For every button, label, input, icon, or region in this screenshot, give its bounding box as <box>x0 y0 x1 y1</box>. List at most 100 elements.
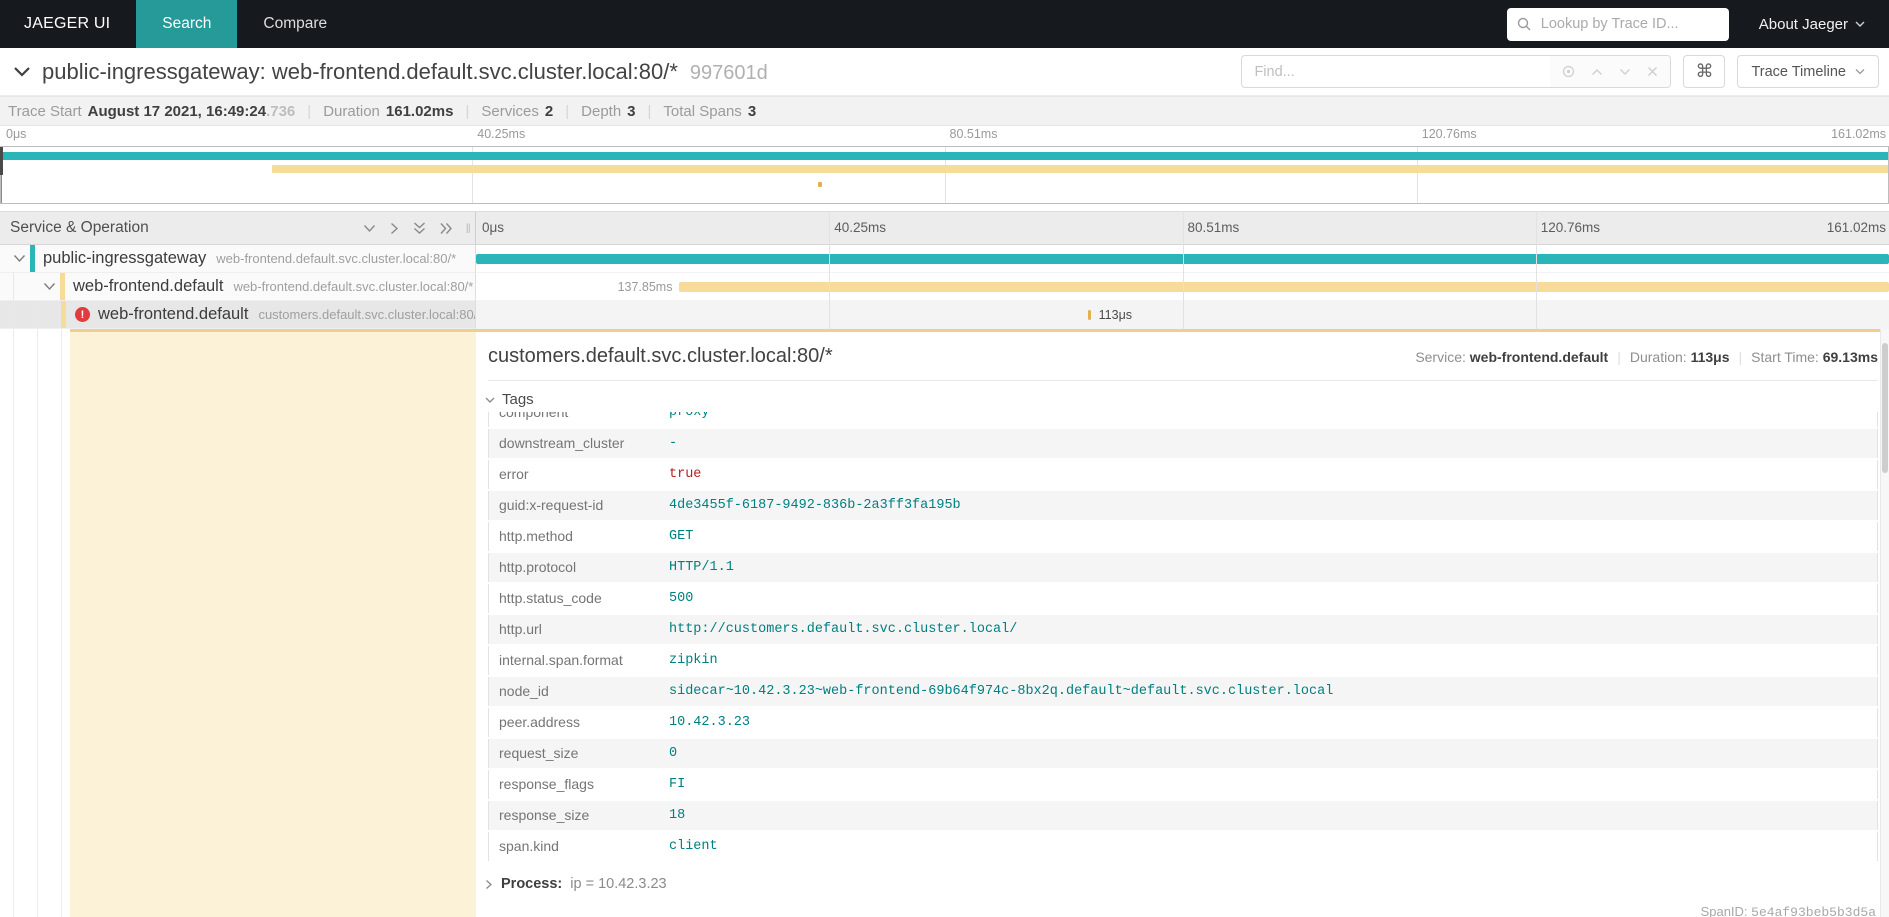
trace-view-selector[interactable]: Trace Timeline <box>1737 55 1879 88</box>
span-name-cell[interactable]: !web-frontend.defaultcustomers.default.s… <box>0 301 476 329</box>
app-logo[interactable]: JAEGER UI <box>0 0 136 48</box>
find-input[interactable] <box>1242 64 1550 80</box>
span-name-cell[interactable]: public-ingressgatewayweb-frontend.defaul… <box>0 245 476 273</box>
trace-lookup-input[interactable] <box>1539 15 1730 33</box>
chevron-down-icon <box>1855 20 1865 28</box>
span-name-cell[interactable]: web-frontend.defaultweb-frontend.default… <box>0 273 476 301</box>
chevron-down-icon <box>1855 68 1865 75</box>
timeline-ruler: 0μs40.25ms80.51ms120.76ms161.02ms <box>476 212 1889 244</box>
ruler-tick-label: 120.76ms <box>1541 220 1600 235</box>
span-service-name: public-ingressgateway <box>43 249 206 268</box>
span-row[interactable]: public-ingressgatewayweb-frontend.defaul… <box>0 245 1889 273</box>
tags-section-toggle[interactable]: Tags <box>485 391 1878 408</box>
span-duration-bar[interactable] <box>679 282 1889 292</box>
tag-row[interactable]: node_idsidecar~10.42.3.23~web-frontend-6… <box>489 676 1878 707</box>
minimap-viewport[interactable] <box>0 146 1889 204</box>
ruler-tick-label: 120.76ms <box>1422 127 1477 141</box>
span-collapse-chevron-icon[interactable] <box>43 282 56 291</box>
trace-view-label: Trace Timeline <box>1751 64 1846 80</box>
process-value: ip = 10.42.3.23 <box>570 876 666 892</box>
span-service-name: web-frontend.default <box>73 277 223 296</box>
span-detail-row: customers.default.svc.cluster.local:80/*… <box>0 329 1889 917</box>
span-collapse-chevron-icon[interactable] <box>13 254 26 263</box>
span-timeline-cell[interactable]: 137.85ms <box>476 273 1889 301</box>
span-row[interactable]: web-frontend.defaultweb-frontend.default… <box>0 273 1889 301</box>
prev-match-icon[interactable] <box>1591 68 1603 76</box>
span-timeline-cell[interactable] <box>476 245 1889 273</box>
meta-value: 3 <box>627 103 635 120</box>
span-color-bar <box>30 245 35 273</box>
tag-key: http.method <box>489 521 660 552</box>
tag-value: sidecar~10.42.3.23~web-frontend-69b64f97… <box>659 676 1878 707</box>
trace-meta-item: Services 2 <box>481 103 553 120</box>
tag-row[interactable]: peer.address10.42.3.23 <box>489 707 1878 738</box>
collapse-trace-chevron-icon[interactable] <box>12 65 32 79</box>
tags-table: componentproxydownstream_cluster-errortr… <box>488 412 1878 862</box>
tag-row[interactable]: request_size0 <box>489 738 1878 769</box>
tag-row[interactable]: http.urlhttp://customers.default.svc.clu… <box>489 614 1878 645</box>
span-operation-name: customers.default.svc.cluster.local:80/* <box>258 307 476 322</box>
meta-value: 2 <box>545 103 553 120</box>
tag-row[interactable]: http.methodGET <box>489 521 1878 552</box>
tag-key: span.kind <box>489 831 660 862</box>
nav-tab-search[interactable]: Search <box>136 0 237 48</box>
indent-guide <box>61 329 62 917</box>
vertical-scrollbar[interactable] <box>1880 329 1889 917</box>
trace-lookup-box <box>1507 8 1729 41</box>
about-jaeger-menu[interactable]: About Jaeger <box>1759 16 1865 33</box>
next-match-icon[interactable] <box>1619 68 1631 76</box>
tag-key: guid:x-request-id <box>489 490 660 521</box>
divider: | <box>465 103 469 120</box>
minimap-drag-handle[interactable] <box>0 147 3 175</box>
expand-all-icon[interactable] <box>440 222 453 235</box>
expand-one-icon[interactable] <box>390 222 399 235</box>
tag-row[interactable]: span.kindclient <box>489 831 1878 862</box>
tag-row[interactable]: internal.span.formatzipkin <box>489 645 1878 676</box>
keyboard-shortcuts-button[interactable]: ⌘ <box>1683 55 1725 88</box>
span-detail-panel: customers.default.svc.cluster.local:80/*… <box>476 332 1878 917</box>
tag-value: zipkin <box>659 645 1878 676</box>
tag-row[interactable]: http.status_code500 <box>489 583 1878 614</box>
detail-meta-item: Start Time: 69.13ms <box>1751 349 1878 365</box>
tag-value: 0 <box>659 738 1878 769</box>
trace-title-text: public-ingressgateway: web-frontend.defa… <box>42 59 678 84</box>
tag-key: downstream_cluster <box>489 428 660 459</box>
meta-label: Total Spans <box>663 103 741 120</box>
tag-key: component <box>489 412 660 428</box>
tag-row[interactable]: guid:x-request-id4de3455f-6187-9492-836b… <box>489 490 1878 521</box>
tags-section-label: Tags <box>502 391 534 408</box>
focus-match-icon[interactable] <box>1562 65 1575 78</box>
collapse-one-icon[interactable] <box>363 224 376 233</box>
ruler-tick-label: 161.02ms <box>1827 220 1886 235</box>
column-resizer-handle[interactable]: ‖ <box>466 221 471 236</box>
nav-tab-compare[interactable]: Compare <box>237 0 353 48</box>
tag-value: 500 <box>659 583 1878 614</box>
tag-key: internal.span.format <box>489 645 660 676</box>
tag-row[interactable]: response_flagsFI <box>489 769 1878 800</box>
tag-key: peer.address <box>489 707 660 738</box>
scrollbar-thumb[interactable] <box>1882 343 1888 473</box>
meta-label: Depth <box>581 103 621 120</box>
meta-label: Services <box>481 103 539 120</box>
tag-row[interactable]: http.protocolHTTP/1.1 <box>489 552 1878 583</box>
tag-row[interactable]: errortrue <box>489 459 1878 490</box>
tag-row[interactable]: componentproxy <box>489 412 1878 428</box>
ruler-tick-label: 0μs <box>482 220 504 235</box>
find-box <box>1241 55 1671 88</box>
span-duration-bar[interactable] <box>1088 310 1091 320</box>
trace-title-row: public-ingressgateway: web-frontend.defa… <box>0 48 1889 96</box>
collapse-all-icon[interactable] <box>413 222 426 235</box>
clear-find-icon[interactable] <box>1647 66 1658 77</box>
span-color-bar <box>61 301 66 329</box>
process-section-toggle[interactable]: Process: ip = 10.42.3.23 <box>485 876 667 892</box>
span-duration-bar[interactable] <box>476 254 1889 264</box>
span-row[interactable]: !web-frontend.defaultcustomers.default.s… <box>0 301 1889 329</box>
detail-span-tint <box>70 329 476 917</box>
span-timeline-cell[interactable]: 113μs <box>476 301 1889 329</box>
minimap-canvas[interactable] <box>0 146 1889 204</box>
tag-row[interactable]: response_size18 <box>489 800 1878 831</box>
ruler-tick-label: 80.51ms <box>950 127 998 141</box>
detail-meta-item: Service: web-frontend.default <box>1415 349 1608 365</box>
tag-row[interactable]: downstream_cluster- <box>489 428 1878 459</box>
service-operation-header: Service & Operation <box>10 219 149 237</box>
